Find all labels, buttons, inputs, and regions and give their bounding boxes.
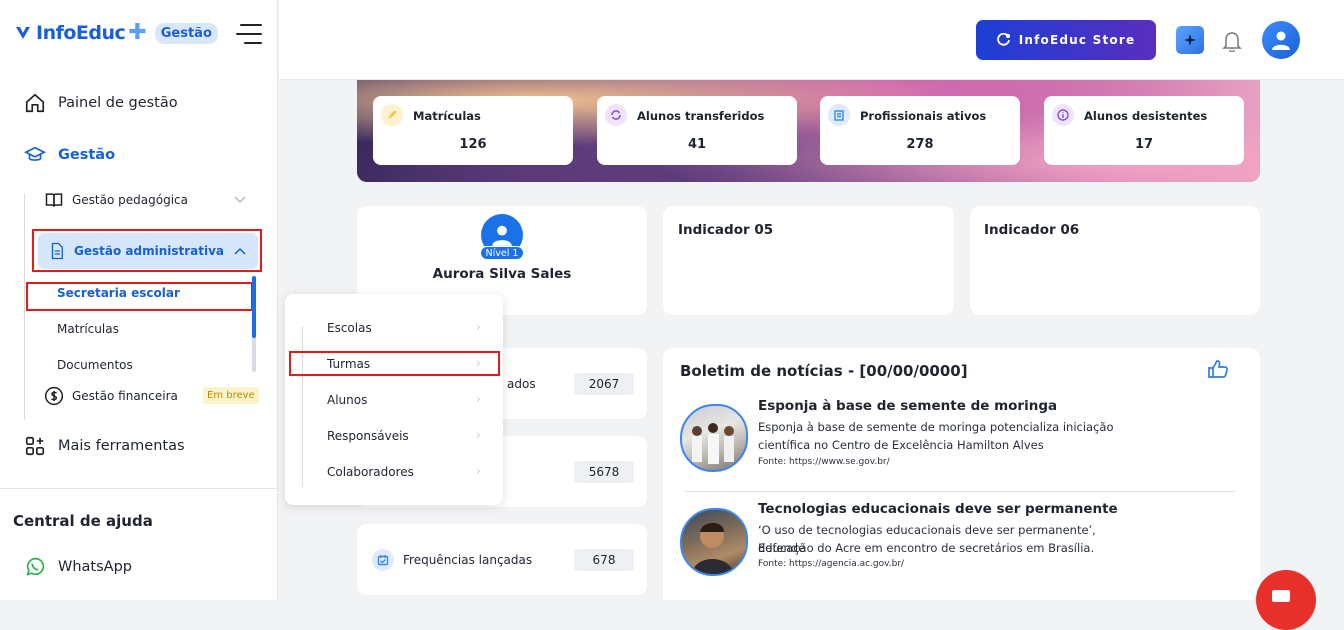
stat-value: 278 — [906, 137, 934, 152]
nav-gestao-pedagogica[interactable]: Gestão pedagógica — [44, 190, 188, 210]
logo-icon — [16, 27, 30, 39]
logo-plus-icon: ✚ — [128, 20, 147, 45]
stat-label: Alunos transferidos — [637, 109, 765, 123]
highlight-box — [26, 282, 253, 311]
stat-card-transferidos: Alunos transferidos 41 — [597, 96, 797, 165]
news-text-line: científica no Centro de Excelência Hamil… — [758, 438, 1044, 452]
news-photo-person-icon — [692, 523, 734, 574]
stat-value: 17 — [1134, 137, 1154, 152]
nav-mais-ferramentas-label: Mais ferramentas — [58, 438, 185, 454]
news-thumbnail[interactable] — [680, 508, 748, 576]
dollar-icon — [44, 386, 64, 406]
summary-row-label: ados — [507, 377, 536, 391]
news-text-line: Educação do Acre em encontro de secretár… — [758, 541, 1095, 555]
whatsapp-label: WhatsApp — [58, 559, 132, 575]
summary-row-label: Frequências lançadas — [403, 553, 533, 567]
news-thumbnail[interactable] — [680, 404, 748, 472]
help-title: Central de ajuda — [13, 512, 153, 530]
whatsapp-link[interactable]: WhatsApp — [24, 556, 132, 578]
nav-painel-label: Painel de gestão — [58, 95, 178, 111]
summary-row-value: 5678 — [574, 461, 634, 483]
level-badge: Nível 1 — [480, 246, 524, 260]
ai-sparkle-button[interactable] — [1176, 26, 1204, 54]
nav-mais-ferramentas[interactable]: Mais ferramentas — [24, 435, 185, 457]
nav-gestao-financeira[interactable]: Gestão financeira — [44, 386, 178, 406]
info-icon — [1052, 104, 1074, 126]
stat-value: 126 — [459, 137, 487, 152]
nav-tree-line — [24, 194, 25, 420]
refresh-icon — [605, 104, 627, 126]
stat-label: Matrículas — [413, 109, 481, 123]
news-photo-lab-icon — [692, 423, 734, 464]
flyout-tree-line — [302, 326, 303, 486]
highlight-box — [289, 351, 500, 376]
chevron-right-icon: › — [476, 464, 481, 478]
news-source: Fonte: https://www.se.gov.br/ — [758, 457, 890, 467]
indicator-06-title: Indicador 06 — [984, 222, 1080, 238]
nav-gestao-pedagogica-label: Gestão pedagógica — [72, 193, 188, 207]
logo[interactable]: InfoEduc ✚ Gestão — [14, 22, 218, 44]
thumbs-up-icon[interactable] — [1207, 359, 1229, 379]
summary-row-value: 678 — [574, 549, 634, 571]
summary-row-value: 2067 — [574, 373, 634, 395]
chevron-down-icon[interactable] — [234, 196, 246, 204]
calendar-icon — [372, 549, 394, 571]
chat-icon — [1272, 590, 1290, 602]
stat-card-desistentes: Alunos desistentes 17 — [1044, 96, 1244, 165]
user-avatar[interactable] — [1262, 21, 1300, 59]
store-button[interactable]: InfoEduc Store — [976, 20, 1156, 60]
nav-gestao[interactable]: Gestão — [24, 144, 115, 166]
nav-documentos[interactable]: Documentos — [57, 358, 133, 372]
submenu-scrollbar-thumb[interactable] — [252, 276, 256, 338]
store-icon — [996, 33, 1010, 46]
profile-name: Aurora Silva Sales — [432, 266, 572, 282]
grid-plus-icon — [25, 436, 45, 456]
nav-gestao-label: Gestão — [58, 147, 116, 163]
highlight-box — [32, 229, 262, 272]
floating-chat-button[interactable] — [1256, 570, 1316, 630]
news-title: Boletim de notícias - [00/00/0000] — [680, 362, 968, 380]
news-text-line: Esponja à base de semente de moringa pot… — [758, 420, 1114, 434]
stat-label: Profissionais ativos — [860, 109, 987, 123]
stat-card-profissionais: Profissionais ativos 278 — [820, 96, 1020, 165]
nav-gestao-financeira-label: Gestão financeira — [72, 389, 178, 403]
menu-item-alunos[interactable]: Alunos — [327, 393, 367, 407]
store-label: InfoEduc Store — [1018, 33, 1136, 47]
logo-text: InfoEduc — [36, 22, 126, 44]
home-icon — [25, 93, 45, 113]
news-headline[interactable]: Esponja à base de semente de moringa — [758, 398, 1057, 414]
sidebar: InfoEduc ✚ Gestão Painel de gestão Gestã… — [0, 0, 278, 600]
logo-badge: Gestão — [154, 22, 218, 44]
nav-painel[interactable]: Painel de gestão — [24, 92, 178, 114]
menu-item-responsaveis[interactable]: Responsáveis — [327, 429, 409, 443]
news-divider — [684, 491, 1236, 492]
rocket-icon — [381, 104, 403, 126]
sidebar-divider — [0, 488, 278, 489]
building-icon — [828, 104, 850, 126]
user-icon — [1272, 31, 1290, 50]
news-source: Fonte: https://agencia.ac.gov.br/ — [758, 559, 905, 569]
graduation-cap-icon — [24, 146, 46, 161]
news-card — [663, 348, 1260, 600]
whatsapp-icon — [26, 557, 45, 576]
book-icon — [45, 193, 63, 207]
menu-item-colaboradores[interactable]: Colaboradores — [327, 465, 414, 479]
news-headline[interactable]: Tecnologias educacionais deve ser perman… — [758, 501, 1118, 517]
menu-item-escolas[interactable]: Escolas — [327, 321, 372, 335]
user-icon — [492, 225, 512, 246]
chevron-right-icon: › — [476, 392, 481, 406]
coming-soon-badge: Em breve — [203, 387, 259, 404]
menu-toggle-button[interactable] — [236, 24, 262, 44]
bell-icon[interactable] — [1222, 30, 1242, 52]
nav-matriculas[interactable]: Matrículas — [57, 322, 119, 336]
indicator-05-title: Indicador 05 — [678, 222, 774, 238]
sparkle-icon — [1184, 34, 1196, 46]
chevron-right-icon: › — [476, 428, 481, 442]
stat-label: Alunos desistentes — [1084, 109, 1208, 123]
stat-card-matriculas: Matrículas 126 — [373, 96, 573, 165]
chevron-right-icon: › — [476, 320, 481, 334]
stat-value: 41 — [687, 137, 707, 152]
